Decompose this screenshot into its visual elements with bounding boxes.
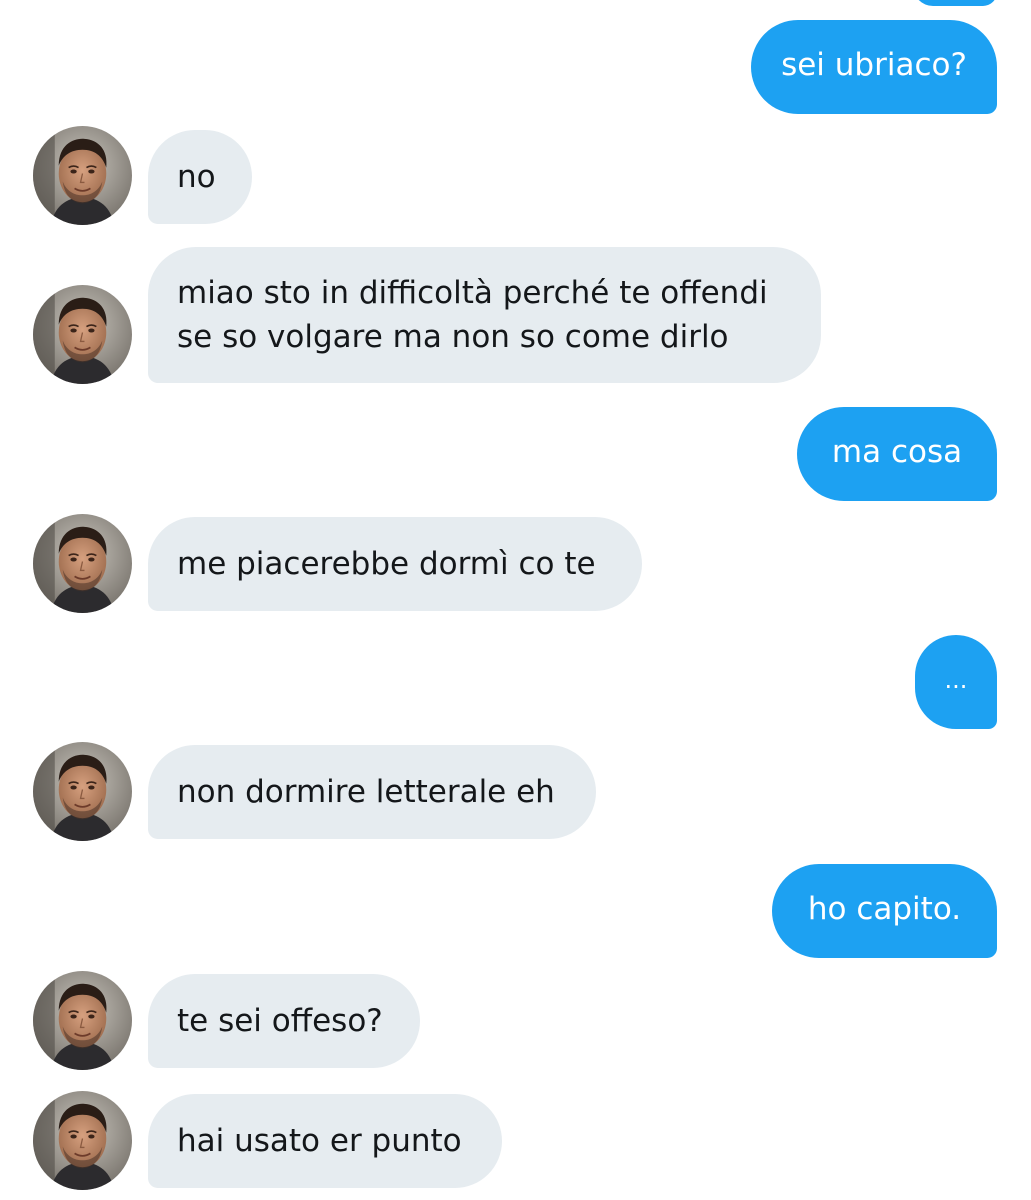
avatar-photo-icon [33,1091,132,1190]
contact-avatar[interactable] [33,971,132,1070]
incoming-message[interactable]: te sei offeso? [148,974,420,1068]
incoming-message[interactable]: me piacerebbe dormì co te [148,517,642,611]
message-text: ... [944,666,968,694]
contact-avatar[interactable] [33,126,132,225]
message-text: ho capito. [807,891,962,927]
outgoing-message[interactable]: ho capito. [772,864,997,958]
incoming-message[interactable]: hai usato er punto [148,1094,502,1188]
outgoing-message-partial [913,0,997,6]
avatar-photo-icon [33,742,132,841]
incoming-message[interactable]: no [148,130,252,224]
message-text-line: se so volgare ma non so come dirlo [177,319,729,355]
message-text: me piacerebbe dormì co te [177,546,596,582]
message-text: no [177,159,216,195]
outgoing-message[interactable]: sei ubriaco? [751,20,997,114]
message-text: ma cosa [831,434,963,470]
contact-avatar[interactable] [33,285,132,384]
message-text: hai usato er punto [177,1123,462,1159]
contact-avatar[interactable] [33,1091,132,1190]
contact-avatar[interactable] [33,742,132,841]
avatar-photo-icon [33,514,132,613]
incoming-message[interactable]: miao sto in difficoltà perché te offendi… [148,247,821,383]
incoming-message[interactable]: non dormire letterale eh [148,745,596,839]
contact-avatar[interactable] [33,514,132,613]
avatar-photo-icon [33,126,132,225]
outgoing-message[interactable]: ma cosa [797,407,997,501]
avatar-photo-icon [33,971,132,1070]
message-text: non dormire letterale eh [177,774,555,810]
avatar-photo-icon [33,285,132,384]
message-text: sei ubriaco? [781,47,967,83]
message-text: te sei offeso? [177,1003,383,1039]
conversation-thread: sei ubriaco? no miao sto in difficoltà p… [0,0,1031,1200]
message-text-line: miao sto in difficoltà perché te offendi [177,275,768,311]
outgoing-message[interactable]: ... [915,635,997,729]
